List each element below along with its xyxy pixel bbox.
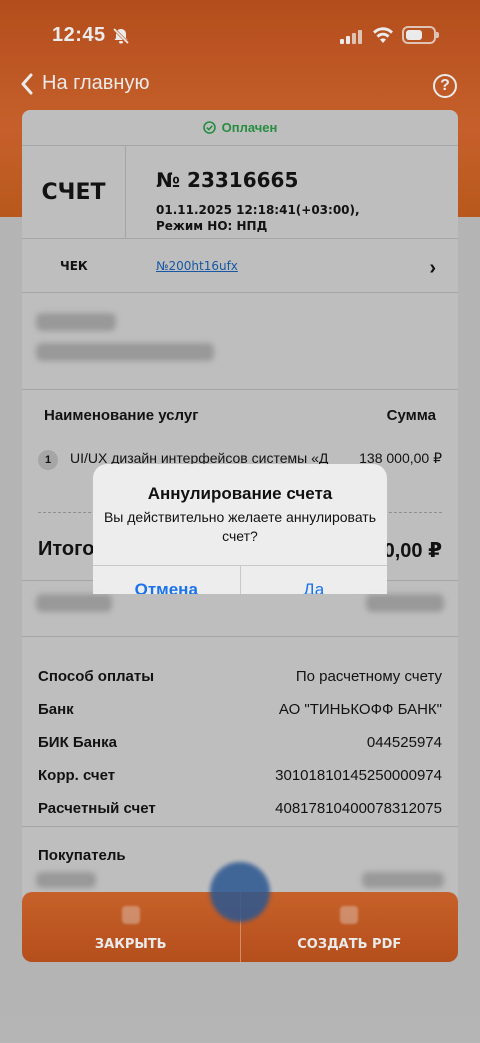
dialog-cancel-button[interactable]: Отмена — [93, 566, 241, 594]
dialog-title: Аннулирование счета — [147, 484, 333, 503]
dialog-buttons: Отмена Да — [93, 565, 387, 594]
dialog-message: Вы действительно желаете аннулировать сч… — [103, 509, 377, 544]
dialog-confirm-button[interactable]: Да — [241, 566, 388, 594]
cancel-invoice-dialog: Аннулирование счета Вы действительно жел… — [93, 464, 387, 594]
